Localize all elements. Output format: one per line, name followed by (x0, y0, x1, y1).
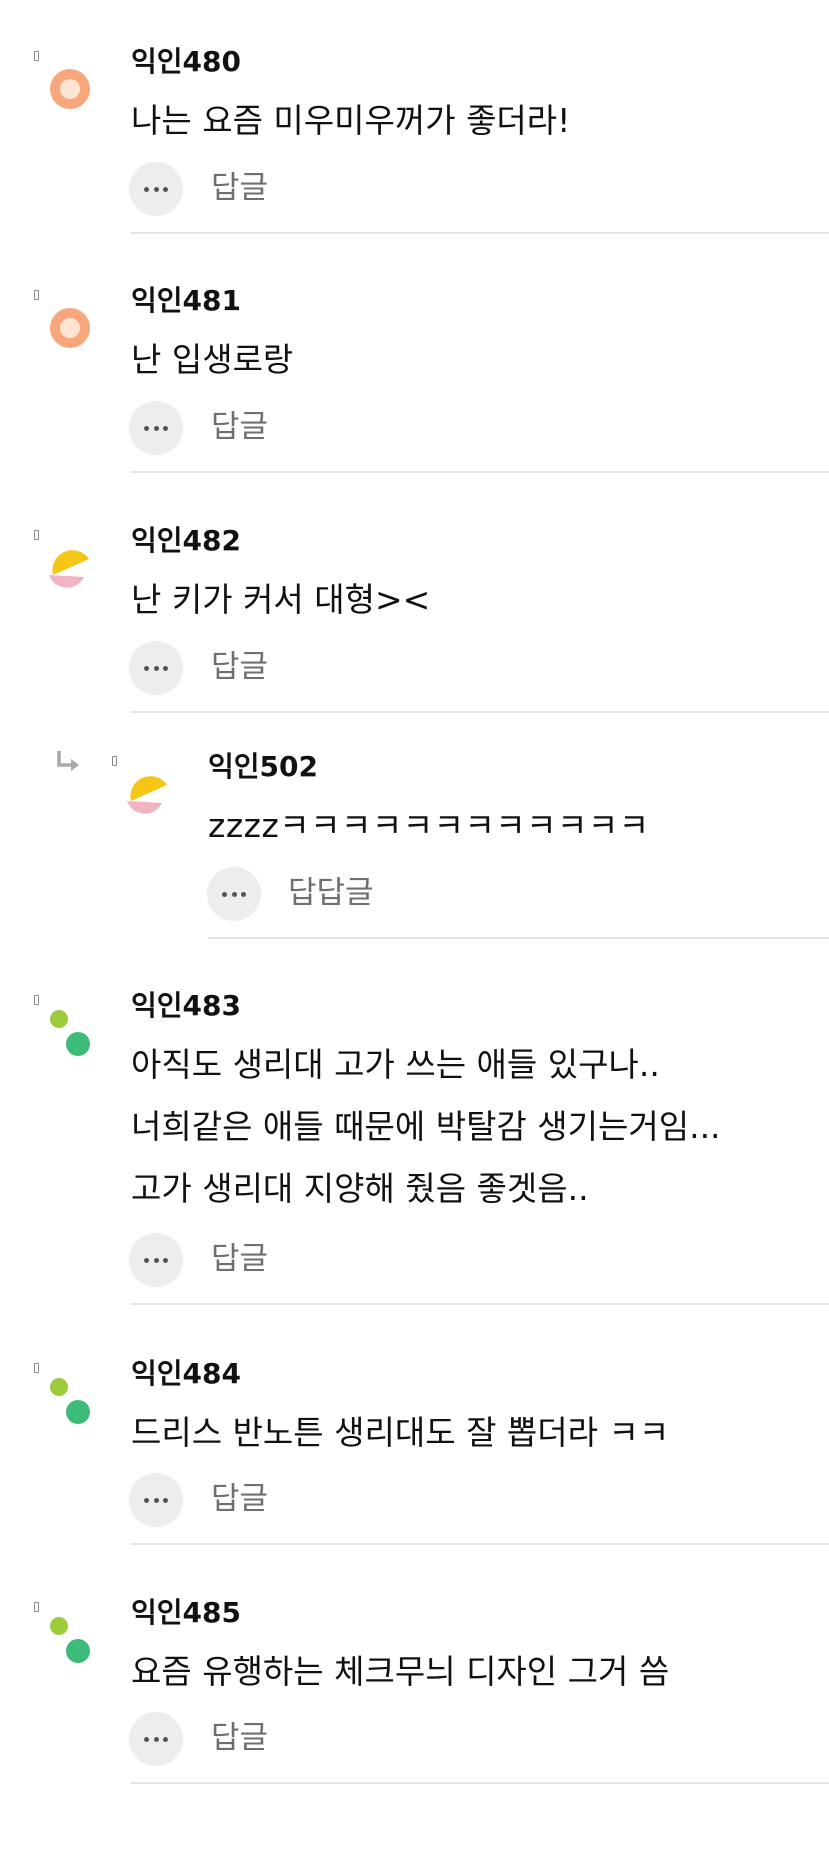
drag-handle-icon[interactable] (34, 290, 39, 300)
comment-author: 익인481 (131, 284, 241, 317)
green-dots-avatar-icon[interactable] (43, 1612, 97, 1666)
reply-button[interactable]: 답글 (211, 168, 268, 208)
comment-author: 익인484 (131, 1357, 241, 1390)
reply-button[interactable]: 답글 (211, 407, 268, 447)
green-dots-avatar-icon[interactable] (43, 1373, 97, 1427)
more-options-button[interactable] (207, 867, 261, 921)
comment-text: 난 키가 커서 대형>< (131, 580, 431, 619)
comment-text: 너희같은 애들 때문에 박탈감 생기는거임... (131, 1107, 721, 1146)
comment-text: 요즘 유행하는 체크무늬 디자인 그거 씀 (131, 1652, 670, 1691)
orange-ring-avatar-icon[interactable] (43, 62, 97, 116)
comment-author: 익인502 (208, 750, 318, 783)
drag-handle-icon[interactable] (112, 756, 117, 766)
reply-arrow-icon (54, 748, 84, 776)
comment-author: 익인483 (131, 989, 241, 1022)
divider (131, 1543, 829, 1545)
more-options-button[interactable] (129, 401, 183, 455)
yellow-pink-avatar-icon[interactable] (43, 541, 97, 595)
comment-author: 익인482 (131, 524, 241, 557)
comment-author: 익인485 (131, 1596, 241, 1629)
more-options-button[interactable] (129, 641, 183, 695)
comment-text: zzzzㅋㅋㅋㅋㅋㅋㅋㅋㅋㅋㅋㅋ (208, 806, 650, 845)
orange-ring-avatar-icon[interactable] (43, 301, 97, 355)
green-dots-avatar-icon[interactable] (43, 1005, 97, 1059)
yellow-pink-avatar-icon[interactable] (121, 767, 175, 821)
divider (131, 471, 829, 473)
reply-button[interactable]: 답글 (211, 1239, 268, 1279)
drag-handle-icon[interactable] (34, 530, 39, 540)
divider (131, 1782, 829, 1784)
comment-text: 고가 생리대 지양해 줬음 좋겟음.. (131, 1169, 589, 1208)
divider (131, 711, 829, 713)
divider (131, 1303, 829, 1305)
reply-to-reply-button[interactable]: 답답글 (288, 873, 374, 913)
comment-text: 나는 요즘 미우미우꺼가 좋더라! (131, 101, 571, 140)
comment-text: 아직도 생리대 고가 쓰는 애들 있구나.. (131, 1045, 660, 1084)
comment-text: 난 입생로랑 (131, 340, 294, 379)
more-options-button[interactable] (129, 1233, 183, 1287)
divider (208, 937, 829, 939)
drag-handle-icon[interactable] (34, 1602, 39, 1612)
drag-handle-icon[interactable] (34, 995, 39, 1005)
more-options-button[interactable] (129, 162, 183, 216)
comment-text: 드리스 반노튼 생리대도 잘 뽑더라 ㅋㅋ (131, 1413, 670, 1452)
divider (131, 232, 829, 234)
more-options-button[interactable] (129, 1473, 183, 1527)
reply-button[interactable]: 답글 (211, 1479, 268, 1519)
reply-button[interactable]: 답글 (211, 1718, 268, 1758)
drag-handle-icon[interactable] (34, 51, 39, 61)
comment-author: 익인480 (131, 45, 241, 78)
drag-handle-icon[interactable] (34, 1363, 39, 1373)
reply-button[interactable]: 답글 (211, 647, 268, 687)
more-options-button[interactable] (129, 1712, 183, 1766)
